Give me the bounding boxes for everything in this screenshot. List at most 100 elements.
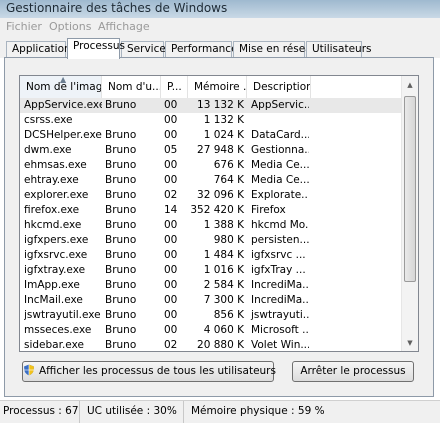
table-row[interactable]: ehmsas.exe Bruno 00 676 K Media Ce... <box>20 158 402 173</box>
process-cpu: 00 <box>164 324 178 336</box>
scroll-down-icon[interactable]: ▼ <box>403 335 417 351</box>
process-user: Bruno <box>105 99 137 111</box>
process-user: Bruno <box>105 294 137 306</box>
table-row[interactable]: firefox.exe Bruno 14 352 420 K Firefox <box>20 203 402 218</box>
process-name: jswtrayutil.exe <box>24 309 101 321</box>
process-list[interactable]: ▲ Nom de l'image Nom d'u... P... Mémoire… <box>19 75 419 352</box>
process-memory: 1 388 K <box>203 219 244 231</box>
table-row[interactable]: igfxtray.exe Bruno 00 1 016 K igfxTray ... <box>20 263 402 278</box>
status-physical-memory: Mémoire physique : 59 % <box>191 405 325 417</box>
process-name: msseces.exe <box>24 324 92 336</box>
scrollbar-thumb[interactable] <box>404 96 416 282</box>
process-name: AppService.exe <box>24 99 102 111</box>
process-memory: 27 948 K <box>197 144 244 156</box>
table-row[interactable]: dwm.exe Bruno 05 27 948 K Gestionna... <box>20 143 402 158</box>
tab-services[interactable]: Services <box>121 41 171 57</box>
process-name: dwm.exe <box>24 144 72 156</box>
table-row[interactable]: ImApp.exe Bruno 00 2 584 K IncrediMa... <box>20 278 402 293</box>
process-cpu: 02 <box>164 189 178 201</box>
process-cpu: 00 <box>164 234 178 246</box>
process-description: persisten... <box>251 234 309 246</box>
tab-applications[interactable]: Applications <box>6 41 76 57</box>
scroll-up-icon[interactable]: ▲ <box>403 77 417 93</box>
process-memory: 32 096 K <box>197 189 244 201</box>
process-memory: 676 K <box>213 159 244 171</box>
status-bar: Processus : 67 UC utilisée : 30% Mémoire… <box>0 400 440 423</box>
vertical-scrollbar[interactable]: ▲ ▼ <box>401 76 418 351</box>
tab-processes[interactable]: Processus <box>67 38 125 59</box>
tab-users[interactable]: Utilisateurs <box>306 41 371 57</box>
process-user: Bruno <box>105 234 137 246</box>
process-user: Bruno <box>105 264 137 276</box>
process-description: igfxTray ... <box>251 264 306 276</box>
column-header-image-name[interactable]: ▲ Nom de l'image <box>20 76 102 98</box>
process-name: igfxpers.exe <box>24 234 89 246</box>
table-row[interactable]: jswtrayutil.exe Bruno 00 856 K jswtrayuti... <box>20 308 402 323</box>
process-name: igfxsrvc.exe <box>24 249 88 261</box>
tab-strip: Applications Processus Services Performa… <box>0 36 440 59</box>
process-user: Bruno <box>105 129 137 141</box>
process-cpu: 00 <box>164 264 178 276</box>
process-name: firefox.exe <box>24 204 80 216</box>
process-user <box>104 113 160 128</box>
process-user: Bruno <box>105 189 137 201</box>
process-description: Volet Win... <box>251 339 309 351</box>
process-memory: 1 132 K <box>203 114 244 126</box>
process-user: Bruno <box>105 249 137 261</box>
column-headers: ▲ Nom de l'image Nom d'u... P... Mémoire… <box>20 76 402 99</box>
process-name: IncMail.exe <box>24 294 83 306</box>
process-memory: 4 060 K <box>203 324 244 336</box>
process-cpu: 00 <box>164 294 178 306</box>
process-cpu: 00 <box>164 174 178 186</box>
process-memory: 980 K <box>213 234 244 246</box>
table-row[interactable]: ehtray.exe Bruno 00 764 K Media Ce... <box>20 173 402 188</box>
table-row[interactable]: AppService.exe Bruno 00 13 132 K AppServic..… <box>20 98 402 113</box>
show-all-users-processes-button[interactable]: Afficher les processus de tous les utili… <box>22 361 276 382</box>
table-row[interactable]: DCSHelper.exe Bruno 00 1 024 K DataCard... <box>20 128 402 143</box>
process-user: Bruno <box>105 159 137 171</box>
table-row[interactable]: igfxsrvc.exe Bruno 00 1 484 K igfxsrvc ... <box>20 248 402 263</box>
column-header-cpu[interactable]: P... <box>161 76 188 98</box>
process-cpu: 00 <box>164 99 178 111</box>
process-description: IncrediMa... <box>251 279 309 291</box>
process-user: Bruno <box>105 309 137 321</box>
table-row[interactable]: igfxpers.exe Bruno 00 980 K persisten... <box>20 233 402 248</box>
process-description: Media Ce... <box>251 174 309 186</box>
tab-networking[interactable]: Mise en réseau <box>233 41 318 57</box>
tab-performance[interactable]: Performances <box>165 41 243 57</box>
process-memory: 1 484 K <box>203 249 244 261</box>
menu-options[interactable]: Options <box>49 20 91 33</box>
window-title: Gestionnaire des tâches de Windows <box>6 1 228 15</box>
process-user: Bruno <box>105 219 137 231</box>
process-cpu: 05 <box>164 144 178 156</box>
process-memory: 764 K <box>213 174 244 186</box>
process-name: ehmsas.exe <box>24 159 87 171</box>
process-name: DCSHelper.exe <box>24 129 102 141</box>
process-description: Gestionna... <box>251 144 309 156</box>
process-description: Firefox <box>251 204 286 216</box>
column-header-memory[interactable]: Mémoire ... <box>188 76 247 98</box>
process-cpu: 02 <box>164 339 178 351</box>
table-row[interactable]: explorer.exe Bruno 02 32 096 K Explorate... <box>20 188 402 203</box>
process-description: hkcmd Mo... <box>251 219 309 231</box>
status-process-count: Processus : 67 <box>0 401 80 423</box>
process-name: explorer.exe <box>24 189 89 201</box>
process-memory: 20 880 K <box>197 339 244 351</box>
process-description: IncrediMa... <box>251 294 309 306</box>
table-row[interactable]: msseces.exe Bruno 00 4 060 K Microsoft ... <box>20 323 402 338</box>
process-cpu: 00 <box>164 159 178 171</box>
table-row[interactable]: sidebar.exe Bruno 02 20 880 K Volet Win... <box>20 338 402 351</box>
table-row[interactable]: hkcmd.exe Bruno 00 1 388 K hkcmd Mo... <box>20 218 402 233</box>
end-process-button[interactable]: Arrêter le processus <box>292 361 414 382</box>
menu-view[interactable]: Affichage <box>98 20 150 33</box>
table-row[interactable]: csrss.exe 00 1 132 K <box>20 113 402 128</box>
process-user: Bruno <box>105 144 137 156</box>
sort-ascending-icon: ▲ <box>60 76 67 84</box>
process-cpu: 00 <box>164 249 178 261</box>
column-header-description[interactable]: Description <box>247 76 311 98</box>
column-header-user-name[interactable]: Nom d'u... <box>102 76 161 98</box>
table-row[interactable]: IncMail.exe Bruno 00 7 300 K IncrediMa... <box>20 293 402 308</box>
process-cpu: 00 <box>164 129 178 141</box>
process-user: Bruno <box>105 174 137 186</box>
menu-file[interactable]: Fichier <box>6 20 42 33</box>
